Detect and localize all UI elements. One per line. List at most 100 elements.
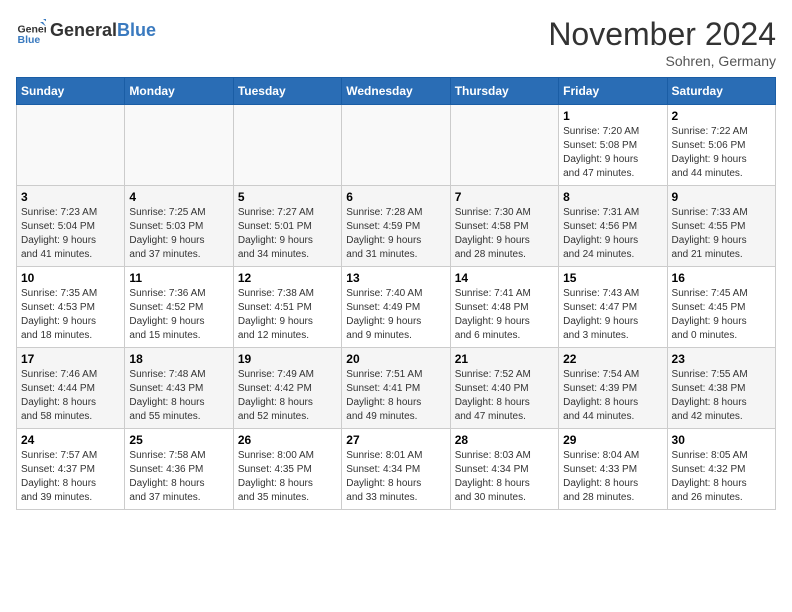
week-row-1: 1 Sunrise: 7:20 AM Sunset: 5:08 PM Daylig… [17,105,776,186]
calendar-cell: 13 Sunrise: 7:40 AM Sunset: 4:49 PM Dayli… [342,267,450,348]
day-number: 29 [563,433,662,447]
day-info: Sunrise: 7:20 AM Sunset: 5:08 PM Dayligh… [563,125,662,181]
logo-text: GeneralBlue [50,21,156,41]
day-number: 24 [21,433,120,447]
calendar-cell: 23Sunrise: 7:55 AM Sunset: 4:38 PM Dayli… [667,348,775,429]
calendar-cell: 3 Sunrise: 7:23 AM Sunset: 5:04 PM Daylig… [17,186,125,267]
day-number: 5 [238,190,337,204]
day-number: 21 [455,352,554,366]
calendar-cell: 22Sunrise: 7:54 AM Sunset: 4:39 PM Dayli… [559,348,667,429]
svg-text:Blue: Blue [18,34,41,46]
day-info: Sunrise: 7:31 AM Sunset: 4:56 PM Dayligh… [563,206,662,262]
day-number: 25 [129,433,228,447]
calendar-cell: 20 Sunrise: 7:51 AM Sunset: 4:41 PM Dayli… [342,348,450,429]
day-number: 28 [455,433,554,447]
header: General Blue GeneralBlue November 2024 S… [16,16,776,69]
day-info: Sunrise: 7:36 AM Sunset: 4:52 PM Dayligh… [129,287,228,343]
logo-icon: General Blue [16,16,46,46]
day-number: 8 [563,190,662,204]
day-number: 3 [21,190,120,204]
day-number: 19 [238,352,337,366]
day-number: 6 [346,190,445,204]
calendar-cell [125,105,233,186]
calendar-cell: 30 Sunrise: 8:05 AM Sunset: 4:32 PM Dayli… [667,429,775,510]
day-number: 20 [346,352,445,366]
week-row-5: 24 Sunrise: 7:57 AM Sunset: 4:37 PM Dayli… [17,429,776,510]
week-row-4: 17 Sunrise: 7:46 AM Sunset: 4:44 PM Dayli… [17,348,776,429]
day-number: 30 [672,433,771,447]
day-number: 14 [455,271,554,285]
day-number: 11 [129,271,228,285]
calendar-table: SundayMondayTuesdayWednesdayThursdayFrid… [16,77,776,510]
day-number: 7 [455,190,554,204]
calendar-cell: 9 Sunrise: 7:33 AM Sunset: 4:55 PM Daylig… [667,186,775,267]
calendar-cell [233,105,341,186]
week-row-3: 10 Sunrise: 7:35 AM Sunset: 4:53 PM Dayli… [17,267,776,348]
calendar-cell: 28Sunrise: 8:03 AM Sunset: 4:34 PM Dayli… [450,429,558,510]
day-info: Sunrise: 7:43 AM Sunset: 4:47 PM Dayligh… [563,287,662,343]
day-number: 27 [346,433,445,447]
weekday-header-saturday: Saturday [667,78,775,105]
month-title: November 2024 [548,16,776,53]
day-info: Sunrise: 7:25 AM Sunset: 5:03 PM Dayligh… [129,206,228,262]
calendar-cell: 25 Sunrise: 7:58 AM Sunset: 4:36 PM Dayli… [125,429,233,510]
weekday-header-friday: Friday [559,78,667,105]
calendar-cell: 2 Sunrise: 7:22 AM Sunset: 5:06 PM Daylig… [667,105,775,186]
calendar-cell: 21 Sunrise: 7:52 AM Sunset: 4:40 PM Dayli… [450,348,558,429]
day-number: 10 [21,271,120,285]
day-number: 17 [21,352,120,366]
calendar-cell: 5 Sunrise: 7:27 AM Sunset: 5:01 PM Daylig… [233,186,341,267]
day-info: Sunrise: 7:57 AM Sunset: 4:37 PM Dayligh… [21,449,120,505]
calendar-cell: 27Sunrise: 8:01 AM Sunset: 4:34 PM Dayli… [342,429,450,510]
calendar-cell: 12 Sunrise: 7:38 AM Sunset: 4:51 PM Dayli… [233,267,341,348]
day-number: 13 [346,271,445,285]
day-info: Sunrise: 8:04 AM Sunset: 4:33 PM Dayligh… [563,449,662,505]
calendar-cell: 14 Sunrise: 7:41 AM Sunset: 4:48 PM Dayli… [450,267,558,348]
day-number: 26 [238,433,337,447]
location-title: Sohren, Germany [548,53,776,69]
day-number: 12 [238,271,337,285]
day-number: 2 [672,109,771,123]
calendar-cell: 24 Sunrise: 7:57 AM Sunset: 4:37 PM Dayli… [17,429,125,510]
day-number: 22 [563,352,662,366]
weekday-header-row: SundayMondayTuesdayWednesdayThursdayFrid… [17,78,776,105]
calendar-cell: 7 Sunrise: 7:30 AM Sunset: 4:58 PM Daylig… [450,186,558,267]
day-info: Sunrise: 7:33 AM Sunset: 4:55 PM Dayligh… [672,206,771,262]
day-info: Sunrise: 7:38 AM Sunset: 4:51 PM Dayligh… [238,287,337,343]
calendar-cell: 15Sunrise: 7:43 AM Sunset: 4:47 PM Dayli… [559,267,667,348]
calendar-cell [17,105,125,186]
weekday-header-sunday: Sunday [17,78,125,105]
day-info: Sunrise: 7:28 AM Sunset: 4:59 PM Dayligh… [346,206,445,262]
weekday-header-monday: Monday [125,78,233,105]
weekday-header-tuesday: Tuesday [233,78,341,105]
day-info: Sunrise: 7:41 AM Sunset: 4:48 PM Dayligh… [455,287,554,343]
day-number: 4 [129,190,228,204]
day-info: Sunrise: 7:22 AM Sunset: 5:06 PM Dayligh… [672,125,771,181]
calendar-cell: 29 Sunrise: 8:04 AM Sunset: 4:33 PM Dayli… [559,429,667,510]
calendar-cell: 26Sunrise: 8:00 AM Sunset: 4:35 PM Dayli… [233,429,341,510]
day-number: 9 [672,190,771,204]
calendar-cell: 4 Sunrise: 7:25 AM Sunset: 5:03 PM Daylig… [125,186,233,267]
day-info: Sunrise: 7:48 AM Sunset: 4:43 PM Dayligh… [129,368,228,424]
day-info: Sunrise: 7:45 AM Sunset: 4:45 PM Dayligh… [672,287,771,343]
day-info: Sunrise: 7:27 AM Sunset: 5:01 PM Dayligh… [238,206,337,262]
calendar-cell: 10 Sunrise: 7:35 AM Sunset: 4:53 PM Dayli… [17,267,125,348]
day-info: Sunrise: 8:05 AM Sunset: 4:32 PM Dayligh… [672,449,771,505]
day-info: Sunrise: 7:52 AM Sunset: 4:40 PM Dayligh… [455,368,554,424]
day-number: 1 [563,109,662,123]
day-info: Sunrise: 7:35 AM Sunset: 4:53 PM Dayligh… [21,287,120,343]
day-info: Sunrise: 7:40 AM Sunset: 4:49 PM Dayligh… [346,287,445,343]
calendar-cell [450,105,558,186]
day-info: Sunrise: 7:51 AM Sunset: 4:41 PM Dayligh… [346,368,445,424]
day-info: Sunrise: 7:49 AM Sunset: 4:42 PM Dayligh… [238,368,337,424]
calendar-cell: 6 Sunrise: 7:28 AM Sunset: 4:59 PM Daylig… [342,186,450,267]
logo: General Blue GeneralBlue [16,16,156,46]
day-info: Sunrise: 7:46 AM Sunset: 4:44 PM Dayligh… [21,368,120,424]
day-info: Sunrise: 7:55 AM Sunset: 4:38 PM Dayligh… [672,368,771,424]
weekday-header-thursday: Thursday [450,78,558,105]
calendar-cell: 16Sunrise: 7:45 AM Sunset: 4:45 PM Dayli… [667,267,775,348]
day-info: Sunrise: 7:58 AM Sunset: 4:36 PM Dayligh… [129,449,228,505]
calendar-cell: 18Sunrise: 7:48 AM Sunset: 4:43 PM Dayli… [125,348,233,429]
day-info: Sunrise: 7:23 AM Sunset: 5:04 PM Dayligh… [21,206,120,262]
day-info: Sunrise: 7:30 AM Sunset: 4:58 PM Dayligh… [455,206,554,262]
